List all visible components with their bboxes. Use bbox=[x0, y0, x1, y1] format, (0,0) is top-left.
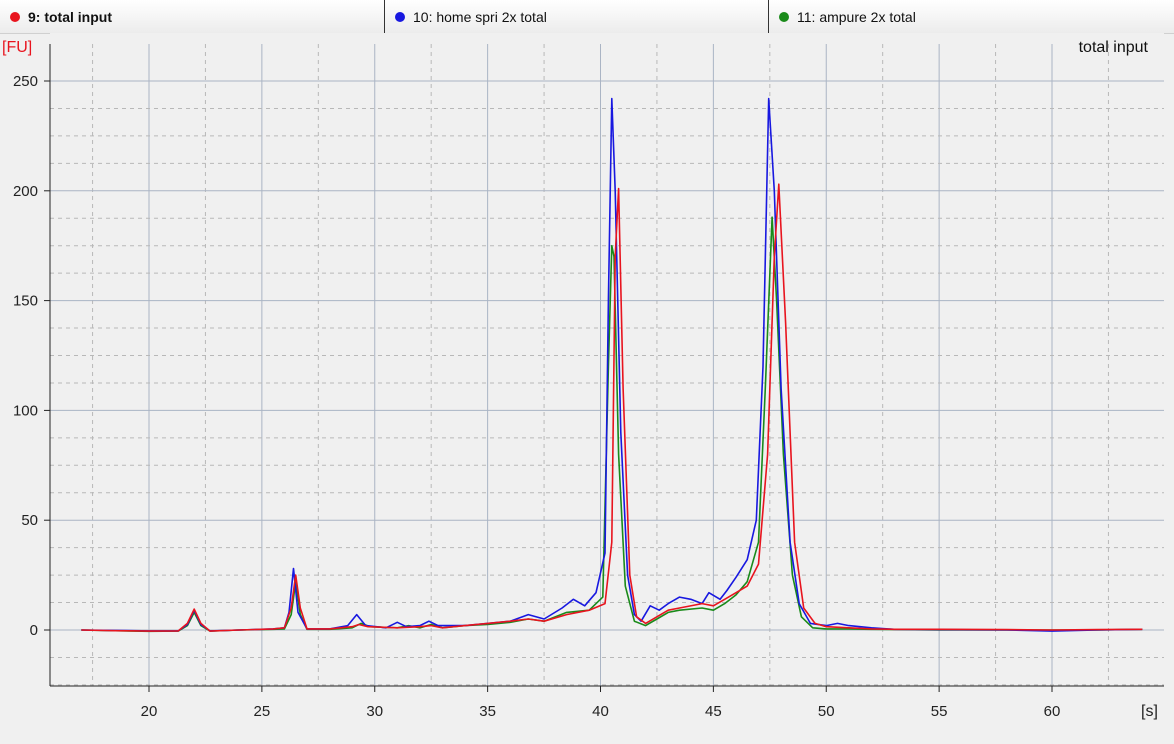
y-tick-label: 0 bbox=[30, 622, 38, 639]
y-tick-label: 200 bbox=[13, 183, 38, 200]
x-tick-label: 45 bbox=[705, 703, 722, 720]
x-tick-label: 20 bbox=[141, 703, 158, 720]
x-tick-label: 55 bbox=[931, 703, 948, 720]
x-tick-label: 30 bbox=[366, 703, 383, 720]
electropherogram-chart: 0 50 100 150 200 250 20 25 30 35 40 45 50 55 60 [FU] [… bbox=[2, 33, 1164, 720]
x-axis-unit: [s] bbox=[1141, 703, 1158, 720]
y-axis-unit: [FU] bbox=[2, 39, 32, 56]
x-tick-label: 40 bbox=[592, 703, 609, 720]
y-tick-label: 150 bbox=[13, 293, 38, 310]
x-tick-label: 60 bbox=[1044, 703, 1061, 720]
y-tick-label: 100 bbox=[13, 402, 38, 419]
x-tick-label: 50 bbox=[818, 703, 835, 720]
x-tick-label: 35 bbox=[479, 703, 496, 720]
x-tick-label: 25 bbox=[254, 703, 271, 720]
y-tick-label: 50 bbox=[21, 512, 38, 529]
chart-title: total input bbox=[1079, 39, 1149, 56]
y-tick-label: 250 bbox=[13, 73, 38, 90]
